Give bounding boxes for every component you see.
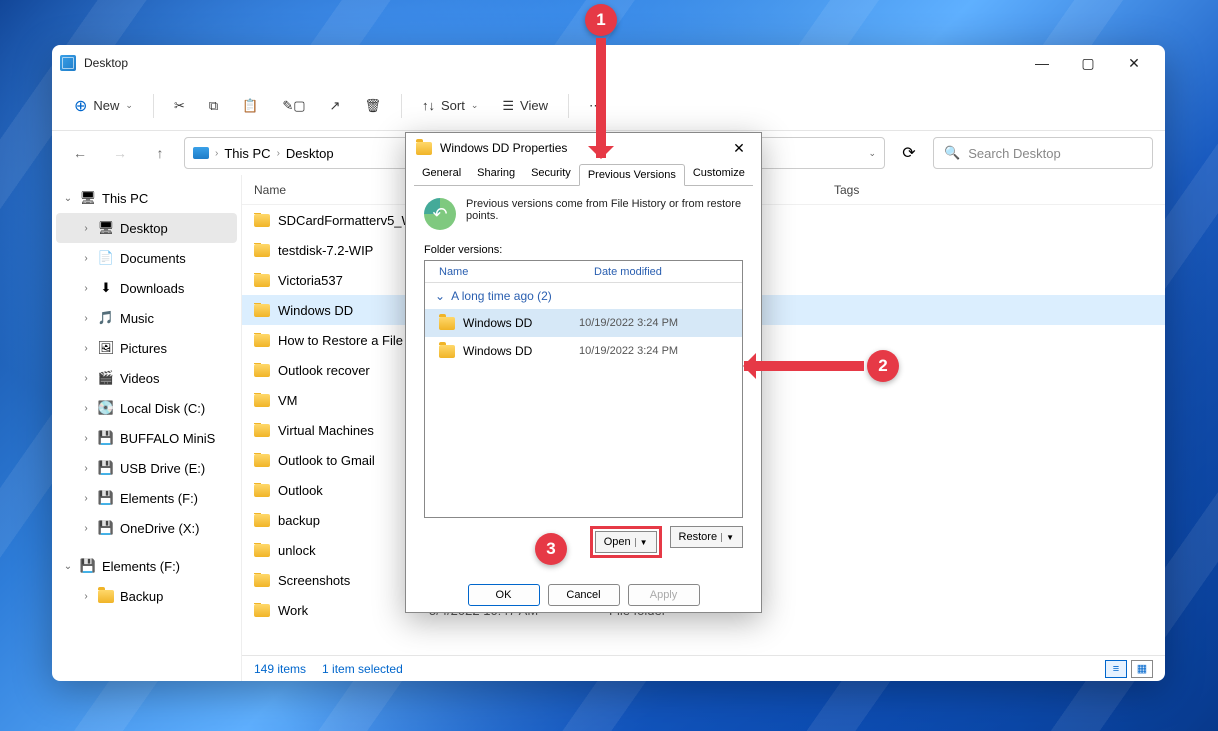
large-view-icon[interactable]: ▦: [1131, 660, 1153, 678]
sidebar-item[interactable]: ›💾Elements (F:): [56, 483, 237, 513]
sidebar-item[interactable]: ›📄Documents: [56, 243, 237, 273]
ok-button[interactable]: OK: [468, 584, 540, 606]
copy-button[interactable]: ⧉: [199, 90, 228, 122]
open-button[interactable]: Open▼: [595, 531, 657, 553]
details-view-icon[interactable]: ≡: [1105, 660, 1127, 678]
arrow-1: [596, 38, 606, 158]
forward-button[interactable]: →: [104, 137, 136, 169]
open-highlight: Open▼: [590, 526, 662, 558]
version-group[interactable]: ⌄A long time ago (2): [425, 283, 742, 309]
arrow-2: [744, 361, 864, 371]
sidebar-item[interactable]: ›🎬Videos: [56, 363, 237, 393]
dialog-titlebar: Windows DD Properties ✕: [406, 133, 761, 163]
maximize-button[interactable]: ▢: [1065, 47, 1111, 79]
status-bar: 149 items 1 item selected ≡ ▦: [242, 655, 1165, 681]
delete-button[interactable]: 🗑: [354, 90, 391, 122]
chevron-down-icon: ⌄: [435, 289, 445, 303]
dialog-title: Windows DD Properties: [440, 141, 567, 155]
paste-button[interactable]: 📋: [232, 90, 268, 122]
toolbar: ⊕New⌄ ✂ ⧉ 📋 ✎▢ ↗ 🗑 ↑↓ Sort ⌄ ☰ View ⋯: [52, 81, 1165, 131]
tree-root-elements[interactable]: ⌄💾Elements (F:): [56, 551, 237, 581]
rename-button[interactable]: ✎▢: [272, 90, 315, 122]
selected-count: 1 item selected: [322, 662, 403, 676]
dialog-close-button[interactable]: ✕: [727, 140, 751, 157]
cancel-button[interactable]: Cancel: [548, 584, 620, 606]
version-col-date[interactable]: Date modified: [580, 266, 676, 278]
sidebar: ⌄🖥This PC ›🖥Desktop›📄Documents›⬇Download…: [52, 175, 242, 681]
apply-button[interactable]: Apply: [628, 584, 700, 606]
version-row[interactable]: Windows DD10/19/2022 3:24 PM: [425, 309, 742, 337]
callout-1: 1: [585, 4, 617, 36]
sidebar-item[interactable]: ›🎵Music: [56, 303, 237, 333]
minimize-button[interactable]: —: [1019, 47, 1065, 79]
sidebar-item[interactable]: ›💾OneDrive (X:): [56, 513, 237, 543]
tab-security[interactable]: Security: [523, 163, 579, 185]
restore-button[interactable]: Restore▼: [670, 526, 743, 548]
callout-3: 3: [535, 533, 567, 565]
description-text: Previous versions come from File History…: [466, 198, 743, 230]
sidebar-item[interactable]: ›💽Local Disk (C:): [56, 393, 237, 423]
up-button[interactable]: ↑: [144, 137, 176, 169]
tab-sharing[interactable]: Sharing: [469, 163, 523, 185]
pc-icon: [193, 147, 209, 159]
col-name[interactable]: Name: [242, 183, 417, 197]
close-button[interactable]: ✕: [1111, 47, 1157, 79]
folder-icon: [416, 142, 432, 155]
sidebar-item[interactable]: ›🖼Pictures: [56, 333, 237, 363]
titlebar: Desktop — ▢ ✕: [52, 45, 1165, 81]
addr-dropdown-icon[interactable]: ⌄: [868, 148, 876, 159]
refresh-button[interactable]: ⟳: [893, 137, 925, 169]
breadcrumb-part[interactable]: This PC: [224, 146, 270, 161]
share-button[interactable]: ↗: [320, 90, 351, 122]
version-col-name[interactable]: Name: [425, 266, 580, 278]
callout-2: 2: [867, 350, 899, 382]
tab-general[interactable]: General: [414, 163, 469, 185]
back-button[interactable]: ←: [64, 137, 96, 169]
view-button[interactable]: ☰ View: [492, 90, 558, 122]
col-tags[interactable]: Tags: [822, 183, 1165, 197]
properties-dialog: Windows DD Properties ✕ General Sharing …: [405, 132, 762, 613]
breadcrumb-part[interactable]: Desktop: [286, 146, 334, 161]
sort-button[interactable]: ↑↓ Sort ⌄: [412, 90, 488, 122]
new-button[interactable]: ⊕New⌄: [64, 90, 143, 122]
sidebar-item[interactable]: ›💾BUFFALO MiniS: [56, 423, 237, 453]
sidebar-item[interactable]: ›🖥Desktop: [56, 213, 237, 243]
search-input[interactable]: 🔍 Search Desktop: [933, 137, 1153, 169]
sidebar-item[interactable]: ›💾USB Drive (E:): [56, 453, 237, 483]
sidebar-item[interactable]: ›⬇Downloads: [56, 273, 237, 303]
versions-list: Name Date modified ⌄A long time ago (2) …: [424, 260, 743, 518]
tree-root-this-pc[interactable]: ⌄🖥This PC: [56, 183, 237, 213]
dialog-tabs: General Sharing Security Previous Versio…: [406, 163, 761, 185]
tab-customize[interactable]: Customize: [685, 163, 753, 185]
cut-button[interactable]: ✂: [164, 90, 195, 122]
window-title: Desktop: [84, 56, 128, 70]
folder-versions-label: Folder versions:: [424, 244, 743, 256]
version-row[interactable]: Windows DD10/19/2022 3:24 PM: [425, 337, 742, 365]
search-icon: 🔍: [944, 145, 960, 161]
sidebar-item-backup[interactable]: ›Backup: [56, 581, 237, 611]
item-count: 149 items: [254, 662, 306, 676]
desktop-icon: [60, 55, 76, 71]
history-icon: [424, 198, 456, 230]
